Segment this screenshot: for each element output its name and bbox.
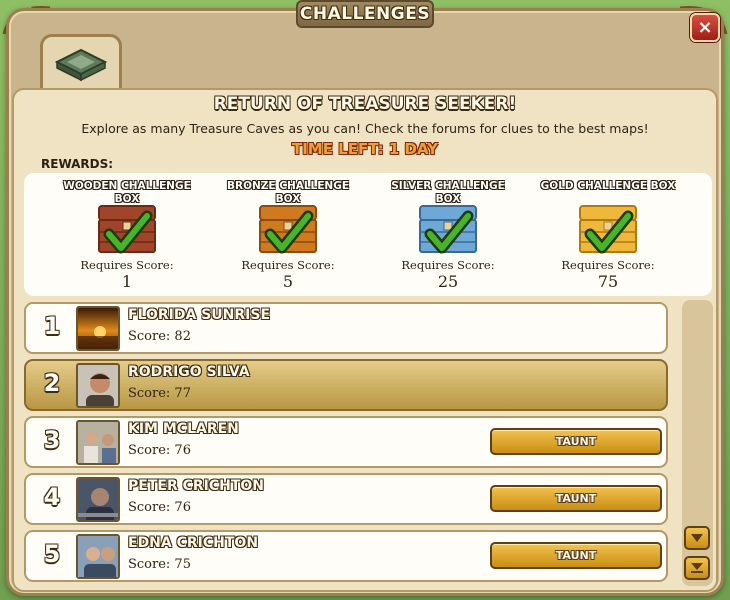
requires-score-label: Requires Score:: [561, 258, 655, 272]
taunt-button[interactable]: TAUNT: [490, 485, 662, 512]
avatar: [76, 420, 120, 465]
time-left-label: TIME LEFT: 1 DAY: [291, 140, 439, 158]
leaderboard-row: 4 PETER CRICHTON Score: 76 TAUNT: [24, 473, 668, 525]
player-name: KIM MCLAREN: [128, 421, 239, 437]
dialog-title: CHALLENGES: [299, 4, 431, 24]
avatar: [76, 534, 120, 579]
chevron-double-down-icon: [691, 563, 703, 573]
treasure-map-icon: [54, 48, 108, 81]
rank-number: 3: [43, 426, 61, 454]
player-score: Score: 77: [128, 386, 191, 401]
requires-score-value: 5: [282, 272, 294, 291]
rank-number: 1: [43, 312, 61, 340]
close-button[interactable]: ×: [690, 13, 720, 42]
requires-score-value: 1: [121, 272, 133, 291]
rank-number: 4: [43, 483, 61, 511]
leaderboard-row: 1 FLORIDA SUNRISE Score: 82: [24, 302, 668, 354]
leaderboard-row: 3 KIM MCLAREN Score: 76 TAUNT: [24, 416, 668, 468]
reward-name: GOLD CHALLENGE BOX: [540, 180, 676, 192]
player-score: Score: 82: [128, 329, 191, 344]
player-score: Score: 76: [128, 443, 191, 458]
taunt-button[interactable]: TAUNT: [490, 428, 662, 455]
requires-score-value: 25: [437, 272, 459, 291]
player-name: FLORIDA SUNRISE: [128, 307, 271, 323]
avatar: [76, 477, 120, 522]
requires-score-label: Requires Score:: [401, 258, 495, 272]
scroll-down-button[interactable]: [684, 526, 710, 550]
player-name: EDNA CRICHTON: [128, 535, 259, 551]
scroll-to-bottom-button[interactable]: [684, 556, 710, 580]
avatar: [76, 306, 120, 351]
rank-number: 2: [43, 369, 61, 397]
reward-item: GOLD CHALLENGE BOX Requires Score: 75: [538, 180, 678, 292]
dialog-title-plaque: CHALLENGES: [296, 0, 434, 28]
taunt-button[interactable]: TAUNT: [490, 542, 662, 569]
leaderboard-scrollbar[interactable]: [682, 300, 713, 586]
requires-score-value: 75: [597, 272, 619, 291]
player-name: RODRIGO SILVA: [128, 364, 250, 380]
player-score: Score: 75: [128, 557, 191, 572]
requires-score-label: Requires Score:: [241, 258, 335, 272]
rewards-label: REWARDS:: [41, 157, 114, 171]
rank-number: 5: [43, 540, 61, 568]
avatar: [76, 363, 120, 408]
challenge-title: RETURN OF TREASURE SEEKER!: [213, 94, 517, 114]
player-score: Score: 76: [128, 500, 191, 515]
checkmark-icon: [584, 210, 634, 254]
chevron-down-icon: [691, 534, 703, 542]
close-icon: ×: [697, 17, 713, 38]
checkmark-icon: [424, 210, 474, 254]
tab-treasure-map[interactable]: [40, 34, 122, 94]
player-name: PETER CRICHTON: [128, 478, 265, 494]
checkmark-icon: [264, 210, 314, 254]
leaderboard-row: 5 EDNA CRICHTON Score: 75 TAUNT: [24, 530, 668, 582]
reward-item: BRONZE CHALLENGE BOX Requires Score: 5: [218, 180, 358, 292]
reward-item: SILVER CHALLENGE BOX Requires Score: 25: [378, 180, 518, 292]
challenge-description: Explore as many Treasure Caves as you ca…: [81, 121, 649, 136]
reward-item: WOODEN CHALLENGE BOX Requires Score: 1: [57, 180, 197, 292]
checkmark-icon: [103, 210, 153, 254]
requires-score-label: Requires Score:: [80, 258, 174, 272]
leaderboard-row: 2 RODRIGO SILVA Score: 77: [24, 359, 668, 411]
